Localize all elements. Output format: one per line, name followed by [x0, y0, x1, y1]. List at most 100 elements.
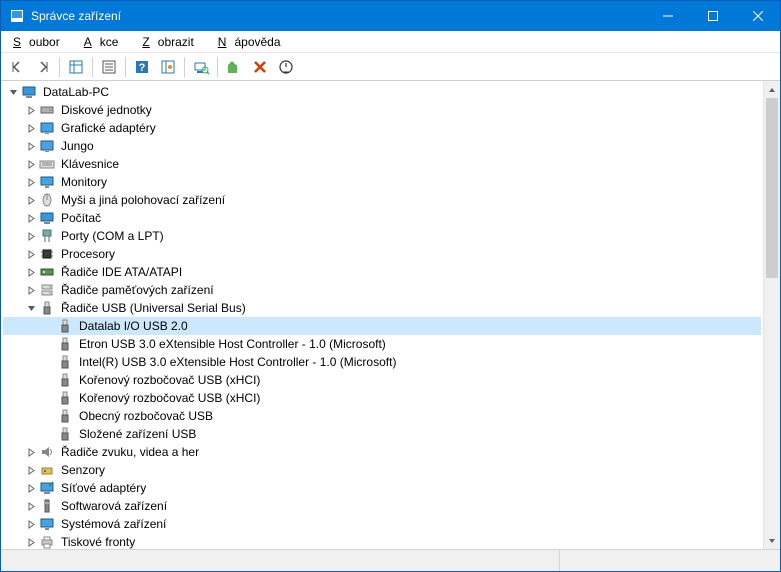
- tree-twisty-icon[interactable]: [25, 230, 37, 242]
- tree-twisty-icon[interactable]: [25, 194, 37, 206]
- svg-text:?: ?: [139, 62, 146, 74]
- tree-item[interactable]: Klávesnice: [3, 155, 761, 173]
- tree-twisty-icon[interactable]: [25, 500, 37, 512]
- display-icon: [39, 138, 55, 154]
- monitor-icon: [39, 174, 55, 190]
- tree-item[interactable]: Diskové jednotky: [3, 101, 761, 119]
- tree-twisty-icon[interactable]: [25, 266, 37, 278]
- tree-item[interactable]: Porty (COM a LPT): [3, 227, 761, 245]
- scan-hardware-button[interactable]: [189, 55, 213, 79]
- window-title: Správce zařízení: [31, 9, 645, 23]
- show-hide-console-button[interactable]: [64, 55, 88, 79]
- tree-twisty-icon[interactable]: [25, 302, 37, 314]
- usb-icon: [57, 354, 73, 370]
- ide-icon: [39, 264, 55, 280]
- tree-item[interactable]: Řadiče USB (Universal Serial Bus): [3, 299, 761, 317]
- tree-item[interactable]: Softwarová zařízení: [3, 497, 761, 515]
- tree-item-label: Síťové adaptéry: [59, 481, 148, 495]
- tree-twisty-icon[interactable]: [25, 536, 37, 548]
- tree-item[interactable]: Řadiče zvuku, videa a her: [3, 443, 761, 461]
- tree-twisty-icon[interactable]: [25, 248, 37, 260]
- tree-item[interactable]: Datalab I/O USB 2.0: [3, 317, 761, 335]
- tree-item[interactable]: Systémová zařízení: [3, 515, 761, 533]
- tree-item[interactable]: Etron USB 3.0 eXtensible Host Controller…: [3, 335, 761, 353]
- display-icon: [39, 120, 55, 136]
- tree-item[interactable]: Grafické adaptéry: [3, 119, 761, 137]
- tree-twisty-icon[interactable]: [25, 122, 37, 134]
- tree-item[interactable]: Síťové adaptéry: [3, 479, 761, 497]
- tree-twisty-icon[interactable]: [25, 158, 37, 170]
- tree-item[interactable]: Obecný rozbočovač USB: [3, 407, 761, 425]
- tree-item-label: Klávesnice: [59, 157, 121, 171]
- tree-twisty-icon[interactable]: [25, 140, 37, 152]
- maximize-button[interactable]: [690, 1, 735, 31]
- cpu-icon: [39, 246, 55, 262]
- device-tree[interactable]: DataLab-PC Diskové jednotky Grafické adapt…: [1, 81, 763, 549]
- menu-action[interactable]: Akce: [76, 33, 135, 51]
- tree-item[interactable]: Jungo: [3, 137, 761, 155]
- tree-item[interactable]: Myši a jiná polohovací zařízení: [3, 191, 761, 209]
- vertical-scrollbar[interactable]: [763, 81, 780, 549]
- tree-twisty-icon[interactable]: [7, 86, 19, 98]
- scroll-down-button[interactable]: [764, 532, 780, 549]
- content-area: DataLab-PC Diskové jednotky Grafické adapt…: [1, 81, 780, 549]
- toolbar-separator: [217, 57, 218, 77]
- tree-item[interactable]: Senzory: [3, 461, 761, 479]
- storage-icon: [39, 282, 55, 298]
- scrollbar-track[interactable]: [764, 98, 780, 532]
- tree-twisty-icon[interactable]: [25, 464, 37, 476]
- tree-item[interactable]: Procesory: [3, 245, 761, 263]
- printer-icon: [39, 534, 55, 549]
- app-icon: [9, 8, 25, 24]
- tree-item-label: Kořenový rozbočovač USB (xHCI): [77, 373, 262, 387]
- tree-item[interactable]: Řadiče paměťových zařízení: [3, 281, 761, 299]
- action-button[interactable]: [156, 55, 180, 79]
- tree-item-label: Kořenový rozbočovač USB (xHCI): [77, 391, 262, 405]
- tree-item[interactable]: Kořenový rozbočovač USB (xHCI): [3, 389, 761, 407]
- tree-item[interactable]: Intel(R) USB 3.0 eXtensible Host Control…: [3, 353, 761, 371]
- tree-item[interactable]: Počítač: [3, 209, 761, 227]
- tree-twisty-icon[interactable]: [25, 284, 37, 296]
- forward-button[interactable]: [31, 55, 55, 79]
- tree-item[interactable]: Monitory: [3, 173, 761, 191]
- tree-root[interactable]: DataLab-PC: [3, 83, 761, 101]
- disable-button[interactable]: [274, 55, 298, 79]
- tree-twisty-icon[interactable]: [25, 212, 37, 224]
- tree-item[interactable]: Složené zařízení USB: [3, 425, 761, 443]
- menu-file[interactable]: Soubor: [5, 33, 76, 51]
- tree-item[interactable]: Řadiče IDE ATA/ATAPI: [3, 263, 761, 281]
- mouse-icon: [39, 192, 55, 208]
- tree-twisty-icon[interactable]: [25, 482, 37, 494]
- tree-item-label: Grafické adaptéry: [59, 121, 158, 135]
- tree-item-label: Systémová zařízení: [59, 517, 168, 531]
- uninstall-button[interactable]: [248, 55, 272, 79]
- menu-help[interactable]: Nápověda: [210, 33, 297, 51]
- usb-icon: [57, 318, 73, 334]
- toolbar: ?: [1, 53, 780, 81]
- tree-item[interactable]: Tiskové fronty: [3, 533, 761, 549]
- back-button[interactable]: [5, 55, 29, 79]
- tree-twisty-icon[interactable]: [25, 104, 37, 116]
- tree-item-label: Řadiče IDE ATA/ATAPI: [59, 265, 184, 279]
- computer-icon: [39, 210, 55, 226]
- minimize-button[interactable]: [645, 1, 690, 31]
- tree-item-label: DataLab-PC: [41, 85, 111, 99]
- toolbar-separator: [92, 57, 93, 77]
- tree-twisty-icon[interactable]: [25, 446, 37, 458]
- tree-item-label: Složené zařízení USB: [77, 427, 198, 441]
- tree-item-label: Obecný rozbočovač USB: [77, 409, 215, 423]
- status-panel: [1, 550, 560, 571]
- tree-item[interactable]: Kořenový rozbočovač USB (xHCI): [3, 371, 761, 389]
- scrollbar-thumb[interactable]: [766, 98, 778, 278]
- tree-item-label: Jungo: [59, 139, 96, 153]
- tree-twisty-icon[interactable]: [25, 518, 37, 530]
- tree-twisty-icon[interactable]: [25, 176, 37, 188]
- scroll-up-button[interactable]: [764, 81, 780, 98]
- help-button[interactable]: ?: [130, 55, 154, 79]
- properties-button[interactable]: [97, 55, 121, 79]
- close-button[interactable]: [735, 1, 780, 31]
- update-driver-button[interactable]: [222, 55, 246, 79]
- sensor-icon: [39, 462, 55, 478]
- toolbar-separator: [184, 57, 185, 77]
- menu-view[interactable]: Zobrazit: [134, 33, 209, 51]
